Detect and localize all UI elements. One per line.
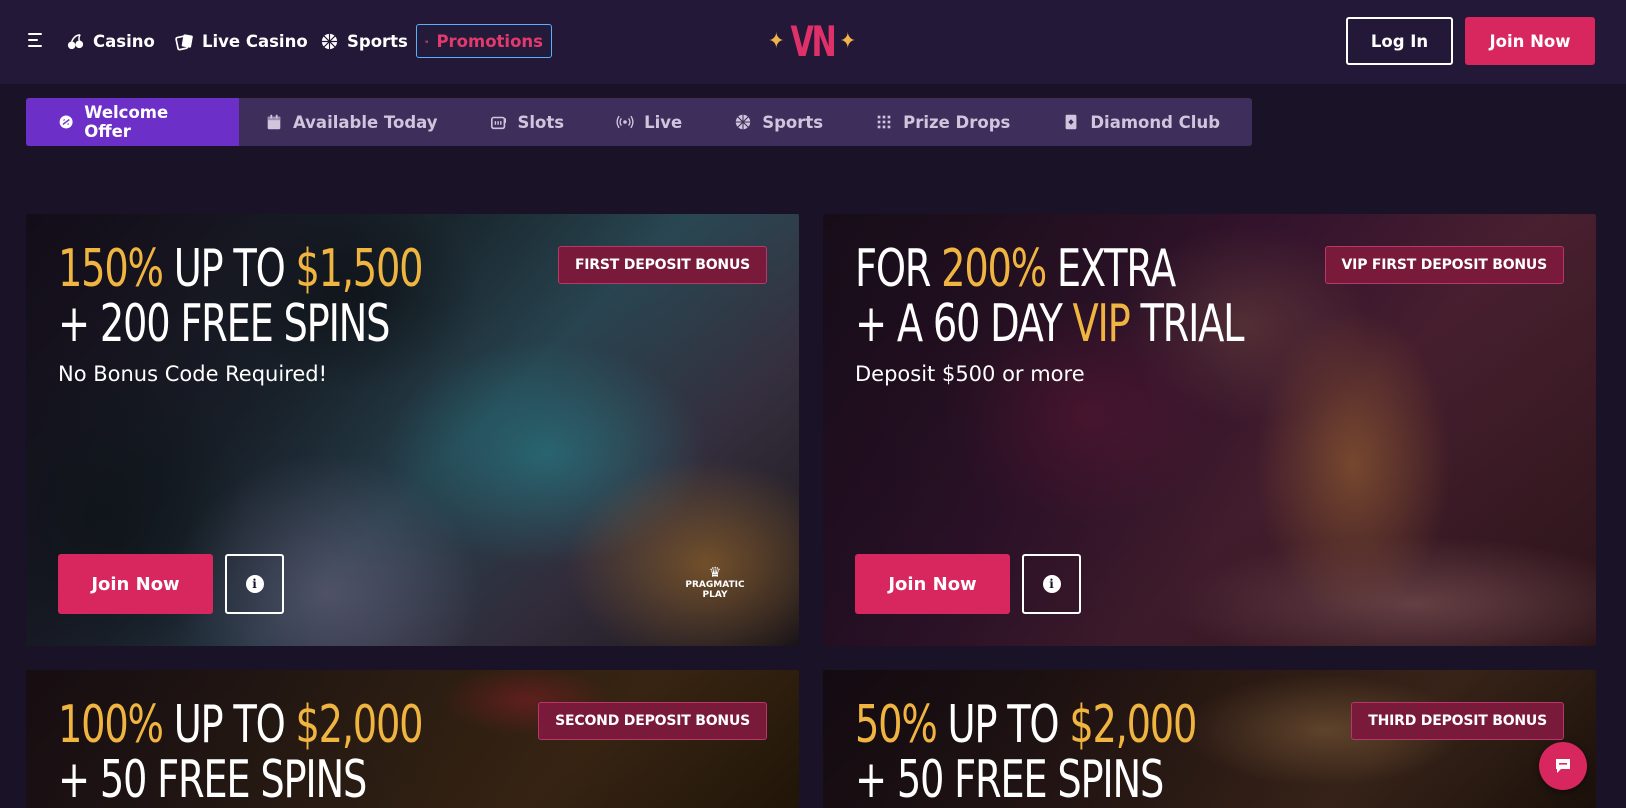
join-now-button[interactable]: Join Now — [1465, 17, 1595, 65]
logo-star-left: ✦ — [768, 28, 785, 54]
ball-icon — [736, 114, 751, 130]
chat-icon — [1556, 759, 1570, 773]
tab-slots[interactable]: Slots — [464, 98, 591, 146]
provider-name: PRAGMATIC PLAY — [685, 580, 745, 600]
nav-casino-label: Casino — [93, 31, 155, 51]
nav-promotions-label: Promotions — [436, 31, 543, 51]
promo-headline: FOR 200% EXTRA + A 60 DAY VIP TRIAL — [855, 239, 1245, 354]
nav-sports-label: Sports — [347, 31, 408, 51]
tab-available-today[interactable]: Available Today — [239, 98, 464, 146]
headline-text: FOR — [855, 239, 942, 299]
info-icon: i — [1042, 575, 1061, 593]
promo-headline: 100% UP TO $2,000 + 50 FREE SPINS — [58, 695, 424, 808]
headline-line2: + 200 FREE SPINS — [58, 294, 390, 354]
menu-icon[interactable] — [28, 33, 44, 47]
headline-line2: + 50 FREE SPINS — [58, 750, 367, 808]
promo-join-button[interactable]: Join Now — [855, 554, 1010, 614]
headline-highlight: 100% — [58, 695, 164, 755]
promo-subtitle: Deposit $500 or more — [855, 362, 1085, 386]
promo-info-button[interactable]: i — [1022, 554, 1081, 614]
ball-icon — [321, 33, 338, 49]
promo-badge: FIRST DEPOSIT BONUS — [557, 246, 767, 284]
tab-sports[interactable]: Sports — [708, 98, 849, 146]
provider-logo: ♛ PRAGMATIC PLAY — [675, 566, 755, 606]
slot-icon — [490, 116, 506, 130]
promo-headline: 50% UP TO $2,000 + 50 FREE SPINS — [855, 695, 1197, 808]
tab-label: Prize Drops — [903, 112, 1011, 132]
headline-line2: + 50 FREE SPINS — [855, 750, 1164, 808]
info-icon: i — [245, 575, 264, 593]
tab-label: Slots — [517, 112, 565, 132]
promo-info-button[interactable]: i — [225, 554, 284, 614]
site-logo[interactable]: ✦ VN ✦ — [768, 16, 856, 66]
cherry-icon — [67, 33, 84, 49]
promo-card-vip-first-deposit: FOR 200% EXTRA + A 60 DAY VIP TRIAL Depo… — [823, 214, 1596, 646]
promo-card-second-deposit: 100% UP TO $2,000 + 50 FREE SPINS SECOND… — [26, 670, 799, 808]
nav-live-casino-label: Live Casino — [202, 31, 308, 51]
badge-icon — [59, 115, 73, 129]
headline-amount: $2,000 — [1069, 695, 1197, 755]
logo-star-right: ✦ — [839, 28, 857, 54]
tab-welcome-offer[interactable]: Welcome Offer — [26, 98, 239, 146]
promotion-category-tabs: Welcome Offer Available Today Slots Live… — [26, 98, 1252, 146]
promo-card-third-deposit: 50% UP TO $2,000 + 50 FREE SPINS THIRD D… — [823, 670, 1596, 808]
headline-highlight: 50% — [855, 695, 938, 755]
live-chat-button[interactable] — [1539, 742, 1587, 790]
headline-text: UP TO — [162, 239, 296, 299]
tab-diamond-club[interactable]: Diamond Club — [1036, 98, 1246, 146]
tab-prize-drops[interactable]: Prize Drops — [849, 98, 1036, 146]
tab-live[interactable]: Live — [590, 98, 708, 146]
headline-vip: VIP — [1072, 294, 1131, 354]
tab-label: Sports — [762, 112, 824, 132]
cards-icon — [175, 33, 193, 51]
headline-text: EXTRA — [1045, 239, 1176, 299]
promo-join-button[interactable]: Join Now — [58, 554, 213, 614]
promo-headline: 150% UP TO $1,500 + 200 FREE SPINS — [58, 239, 424, 354]
nav-casino[interactable]: Casino — [58, 24, 163, 58]
tab-label: Welcome Offer — [84, 103, 169, 141]
tab-label: Available Today — [293, 112, 438, 132]
headline-text: UP TO — [936, 695, 1070, 755]
headline-line2: + A 60 DAY — [855, 294, 1073, 354]
nav-promotions[interactable]: Promotions — [416, 24, 552, 58]
headline-highlight: 200% — [941, 239, 1047, 299]
grid-icon — [877, 115, 891, 129]
headline-highlight: 150% — [58, 239, 164, 299]
calendar-icon — [267, 114, 281, 130]
logo-text: VN — [790, 16, 836, 66]
gift-icon — [425, 40, 429, 43]
nav-live-casino[interactable]: Live Casino — [167, 24, 316, 58]
top-navigation-bar: Casino Live Casino Sports Promotions ✦ V… — [0, 0, 1626, 84]
promo-badge: VIP FIRST DEPOSIT BONUS — [1324, 246, 1564, 284]
tab-label: Live — [644, 112, 683, 132]
card-icon — [1065, 114, 1077, 130]
headline-amount: $2,000 — [295, 695, 424, 755]
tab-label: Diamond Club — [1090, 112, 1220, 132]
headline-text: UP TO — [162, 695, 296, 755]
promo-subtitle: No Bonus Code Required! — [58, 362, 328, 386]
promo-card-first-deposit: 150% UP TO $1,500 + 200 FREE SPINS No Bo… — [26, 214, 799, 646]
crown-icon: ♛ — [708, 565, 722, 581]
headline-line2-end: TRIAL — [1129, 294, 1244, 354]
headline-amount: $1,500 — [295, 239, 424, 299]
promo-badge: SECOND DEPOSIT BONUS — [538, 702, 767, 740]
nav-sports[interactable]: Sports — [312, 24, 416, 58]
promo-badge: THIRD DEPOSIT BONUS — [1351, 702, 1564, 740]
broadcast-icon — [616, 115, 634, 129]
login-button[interactable]: Log In — [1346, 17, 1453, 65]
